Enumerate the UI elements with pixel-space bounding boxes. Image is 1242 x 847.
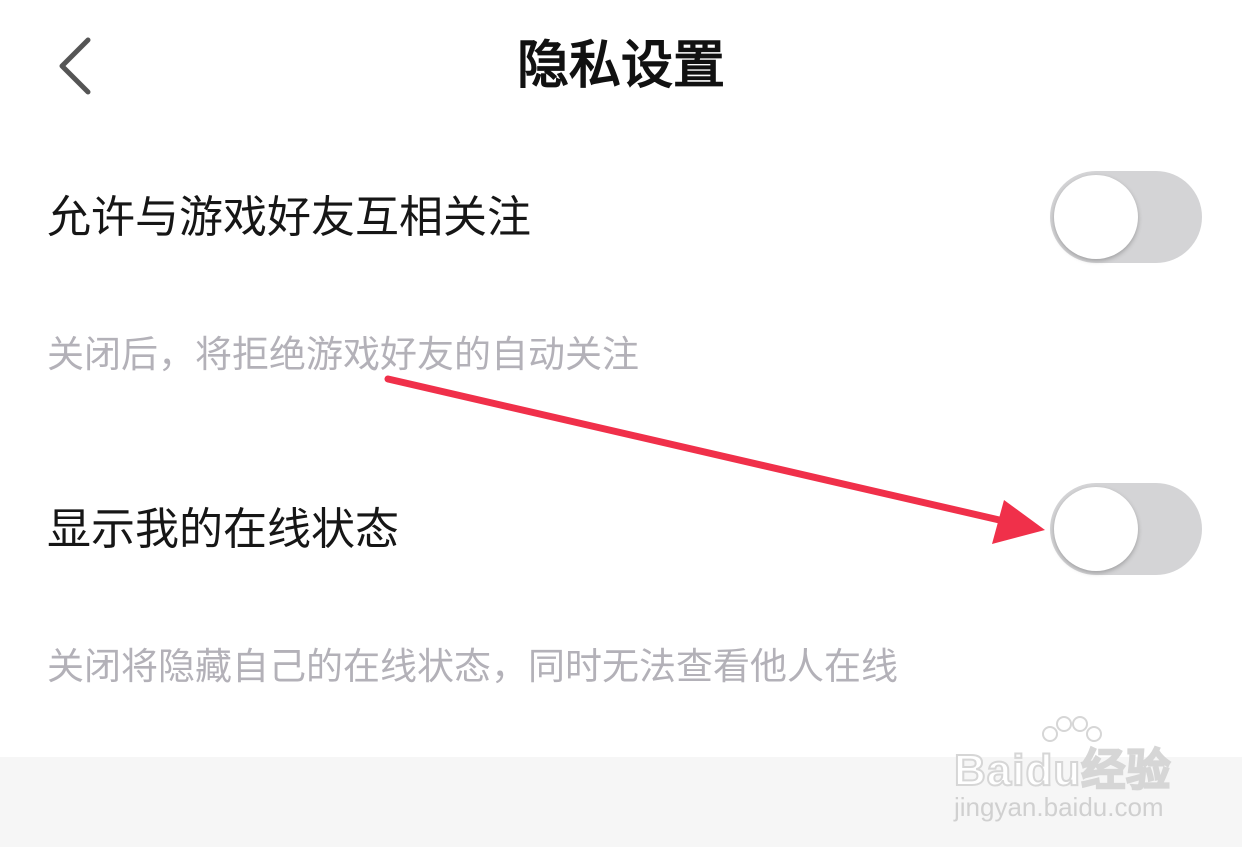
- setting-description: 关闭后，将拒绝游戏好友的自动关注: [47, 333, 639, 376]
- online-status-toggle[interactable]: [1050, 483, 1202, 575]
- page-title: 隐私设置: [516, 36, 725, 96]
- baidu-watermark: Baidu经验 jingyan.baidu.com: [950, 712, 1190, 832]
- watermark-logo: Baidu经验: [953, 745, 1172, 796]
- watermark-url: jingyan.baidu.com: [954, 792, 1164, 822]
- top-bar: 隐私设置: [0, 0, 1242, 130]
- setting-description: 关闭将隐藏自己的在线状态，同时无法查看他人在线: [47, 645, 898, 688]
- toggle-knob: [1054, 175, 1138, 259]
- setting-label: 显示我的在线状态: [47, 504, 399, 555]
- toggle-knob: [1054, 487, 1138, 571]
- setting-label: 允许与游戏好友互相关注: [47, 192, 531, 243]
- follow-toggle[interactable]: [1050, 171, 1202, 263]
